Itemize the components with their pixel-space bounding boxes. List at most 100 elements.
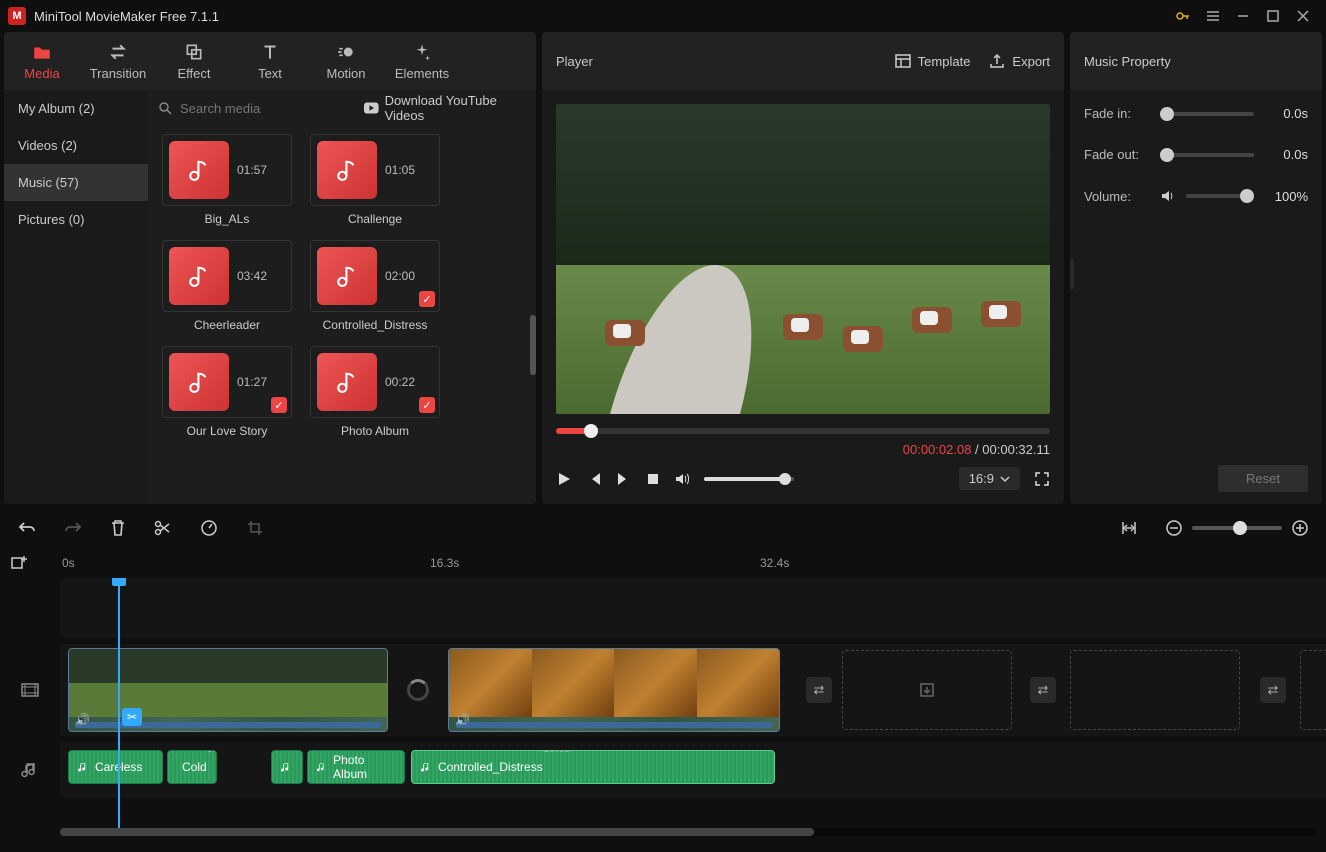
media-duration: 02:00 bbox=[385, 269, 415, 283]
reset-button[interactable]: Reset bbox=[1218, 465, 1308, 492]
tab-effect[interactable]: Effect bbox=[156, 32, 232, 90]
volume-icon[interactable] bbox=[674, 471, 690, 487]
sparkle-icon bbox=[412, 42, 432, 62]
audio-clip[interactable]: Photo Album bbox=[307, 750, 405, 784]
download-youtube-label: Download YouTube Videos bbox=[385, 93, 526, 123]
transition-slot[interactable]: ⇄ bbox=[1260, 677, 1286, 703]
media-item[interactable]: 00:22✓Photo Album bbox=[310, 346, 440, 438]
tab-transition[interactable]: Transition bbox=[80, 32, 156, 90]
activate-key-icon[interactable] bbox=[1168, 1, 1198, 31]
tab-text[interactable]: Text bbox=[232, 32, 308, 90]
media-item[interactable]: 01:05Challenge bbox=[310, 134, 440, 226]
aspect-dropdown[interactable]: 16:9 bbox=[959, 467, 1020, 490]
tab-media[interactable]: Media bbox=[4, 32, 80, 90]
tab-label: Effect bbox=[177, 66, 210, 81]
media-item[interactable]: 01:57Big_ALs bbox=[162, 134, 292, 226]
audio-clip-name: Photo Album bbox=[333, 753, 396, 781]
transition-slot[interactable]: ⇄ bbox=[806, 677, 832, 703]
zoom-slider[interactable] bbox=[1192, 526, 1282, 530]
property-title: Music Property bbox=[1070, 32, 1322, 90]
sidebar-item[interactable]: Music (57) bbox=[4, 164, 148, 201]
fadeout-value: 0.0s bbox=[1264, 147, 1308, 162]
next-frame-button[interactable] bbox=[616, 471, 632, 487]
fullscreen-button[interactable] bbox=[1034, 471, 1050, 487]
audio-clip[interactable]: Controlled_Distress16.6s bbox=[411, 750, 775, 784]
fadeout-label: Fade out: bbox=[1084, 147, 1150, 162]
media-item[interactable]: 01:27 ✓ Our Love Story bbox=[162, 346, 292, 438]
split-button[interactable] bbox=[154, 519, 172, 537]
undo-button[interactable] bbox=[18, 519, 36, 537]
media-item[interactable]: 03:42 Cheerleader bbox=[162, 240, 292, 332]
playhead[interactable] bbox=[118, 578, 120, 828]
seek-slider[interactable] bbox=[556, 428, 1050, 434]
zoom-out-button[interactable] bbox=[1166, 520, 1182, 536]
loading-icon bbox=[407, 679, 429, 701]
audio-clip[interactable]: Careless bbox=[68, 750, 163, 784]
empty-clip-slot[interactable] bbox=[1070, 650, 1240, 730]
sidebar-item[interactable]: Pictures (0) bbox=[4, 201, 148, 238]
check-icon: ✓ bbox=[419, 397, 435, 413]
tab-label: Transition bbox=[90, 66, 147, 81]
sidebar-item[interactable]: Videos (2) bbox=[4, 127, 148, 164]
menu-icon[interactable] bbox=[1198, 1, 1228, 31]
audio-clip-name: Controlled_Distress bbox=[438, 760, 543, 774]
audio-clip[interactable] bbox=[271, 750, 303, 784]
fadeout-slider[interactable] bbox=[1160, 153, 1254, 157]
delete-button[interactable] bbox=[110, 519, 126, 537]
crop-button[interactable] bbox=[246, 519, 264, 537]
media-name: Cheerleader bbox=[162, 312, 292, 332]
volume-prop-icon[interactable] bbox=[1160, 188, 1176, 204]
clip-audio-icon: 🔊 bbox=[75, 713, 90, 727]
media-name: Our Love Story bbox=[162, 418, 292, 438]
search-icon bbox=[158, 101, 172, 115]
video-preview bbox=[556, 104, 1050, 414]
timeline-scrollbar[interactable] bbox=[60, 828, 1316, 836]
volume-prop-slider[interactable] bbox=[1186, 194, 1254, 198]
media-duration: 03:42 bbox=[237, 269, 267, 283]
play-button[interactable] bbox=[556, 471, 572, 487]
aspect-value: 16:9 bbox=[969, 471, 994, 486]
media-name: Controlled_Distress bbox=[310, 312, 440, 332]
media-duration: 01:27 bbox=[237, 375, 267, 389]
fadein-label: Fade in: bbox=[1084, 106, 1150, 121]
prev-frame-button[interactable] bbox=[586, 471, 602, 487]
fadein-slider[interactable] bbox=[1160, 112, 1254, 116]
fit-timeline-button[interactable] bbox=[1120, 519, 1138, 537]
tab-motion[interactable]: Motion bbox=[308, 32, 384, 90]
layers-icon bbox=[184, 42, 204, 62]
sidebar-item[interactable]: My Album (2) bbox=[4, 90, 148, 127]
video-clip[interactable]: 🔊 bbox=[68, 648, 388, 732]
empty-clip-slot[interactable] bbox=[1300, 650, 1326, 730]
audio-track-icon bbox=[0, 742, 60, 798]
audio-clip[interactable]: Cold5s bbox=[167, 750, 217, 784]
player-label: Player bbox=[556, 54, 876, 69]
music-icon bbox=[169, 353, 229, 411]
minimize-button[interactable] bbox=[1228, 1, 1258, 31]
speed-button[interactable] bbox=[200, 519, 218, 537]
text-icon bbox=[260, 42, 280, 62]
current-time: 00:00:02.08 bbox=[903, 442, 972, 457]
template-button[interactable]: Template bbox=[894, 52, 971, 70]
motion-icon bbox=[336, 42, 356, 62]
export-button[interactable]: Export bbox=[988, 52, 1050, 70]
stop-button[interactable] bbox=[646, 472, 660, 486]
zoom-in-button[interactable] bbox=[1292, 520, 1308, 536]
empty-clip-slot[interactable] bbox=[842, 650, 1012, 730]
tab-elements[interactable]: Elements bbox=[384, 32, 460, 90]
close-button[interactable] bbox=[1288, 1, 1318, 31]
media-duration: 00:22 bbox=[385, 375, 415, 389]
video-clip[interactable]: 🔊 bbox=[448, 648, 780, 732]
cut-marker-icon[interactable]: ✂ bbox=[122, 708, 142, 726]
check-icon: ✓ bbox=[271, 397, 287, 413]
clip-audio-icon: 🔊 bbox=[455, 713, 470, 727]
music-icon bbox=[317, 141, 377, 199]
add-track-button[interactable] bbox=[10, 554, 28, 572]
maximize-button[interactable] bbox=[1258, 1, 1288, 31]
download-youtube-link[interactable]: Download YouTube Videos bbox=[364, 93, 526, 123]
search-input[interactable] bbox=[180, 101, 356, 116]
redo-button[interactable] bbox=[64, 519, 82, 537]
media-item[interactable]: 02:00✓Controlled_Distress bbox=[310, 240, 440, 332]
ruler-tick: 32.4s bbox=[760, 556, 789, 570]
volume-slider[interactable] bbox=[704, 477, 794, 481]
transition-slot[interactable]: ⇄ bbox=[1030, 677, 1056, 703]
